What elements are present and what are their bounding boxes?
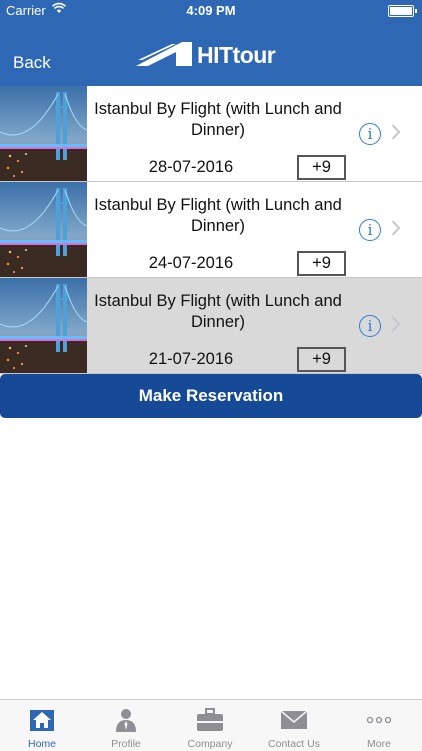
tab-label: Company xyxy=(187,738,233,750)
tab-label: Home xyxy=(27,738,56,750)
info-icon[interactable]: i xyxy=(359,315,381,337)
tour-count-badge: +9 xyxy=(297,347,346,372)
mail-icon xyxy=(252,707,336,733)
make-reservation-button[interactable]: Make Reservation xyxy=(0,374,422,418)
chevron-right-icon xyxy=(391,220,401,236)
tour-date: 21-07-2016 xyxy=(148,350,234,368)
tour-row[interactable]: Istanbul By Flight (with Lunch and Dinne… xyxy=(0,278,422,374)
info-icon[interactable]: i xyxy=(359,123,381,145)
tab-more[interactable]: More xyxy=(336,700,422,751)
logo-mark-icon xyxy=(136,42,192,66)
nav-header: Carrier 4:09 PM Back HITtour xyxy=(0,0,422,86)
tour-title: Istanbul By Flight (with Lunch and Dinne… xyxy=(94,196,342,235)
hittour-logo: HITtour xyxy=(136,38,296,72)
profile-icon xyxy=(84,707,168,733)
logo-text: HITtour xyxy=(197,42,276,68)
tab-bar: Home Profile Company Contact Us More xyxy=(0,699,422,751)
tab-company[interactable]: Company xyxy=(168,700,252,751)
info-icon[interactable]: i xyxy=(359,219,381,241)
bridge-thumbnail xyxy=(0,278,87,373)
bridge-thumbnail xyxy=(0,182,87,277)
status-bar: Carrier 4:09 PM xyxy=(0,0,422,22)
tour-row[interactable]: Istanbul By Flight (with Lunch and Dinne… xyxy=(0,86,422,182)
tab-home[interactable]: Home xyxy=(0,700,84,751)
chevron-right-icon xyxy=(391,316,401,332)
back-button[interactable]: Back xyxy=(13,53,51,73)
tour-date: 24-07-2016 xyxy=(148,254,234,272)
tab-contact-us[interactable]: Contact Us xyxy=(252,700,336,751)
tour-list: Istanbul By Flight (with Lunch and Dinne… xyxy=(0,86,422,374)
home-icon xyxy=(0,707,84,733)
bridge-thumbnail xyxy=(0,86,87,181)
tour-title: Istanbul By Flight (with Lunch and Dinne… xyxy=(94,292,342,331)
chevron-right-icon xyxy=(391,124,401,140)
tab-label: More xyxy=(367,738,391,750)
tab-profile[interactable]: Profile xyxy=(84,700,168,751)
tab-label: Profile xyxy=(111,738,141,750)
status-time: 4:09 PM xyxy=(186,3,236,18)
tour-title: Istanbul By Flight (with Lunch and Dinne… xyxy=(94,100,342,139)
tour-row[interactable]: Istanbul By Flight (with Lunch and Dinne… xyxy=(0,182,422,278)
battery-icon xyxy=(388,5,417,17)
tour-count-badge: +9 xyxy=(297,155,346,180)
tour-count-badge: +9 xyxy=(297,251,346,276)
more-icon xyxy=(336,707,422,733)
briefcase-icon xyxy=(168,707,252,733)
tour-date: 28-07-2016 xyxy=(148,158,234,176)
tab-label: Contact Us xyxy=(268,738,320,750)
